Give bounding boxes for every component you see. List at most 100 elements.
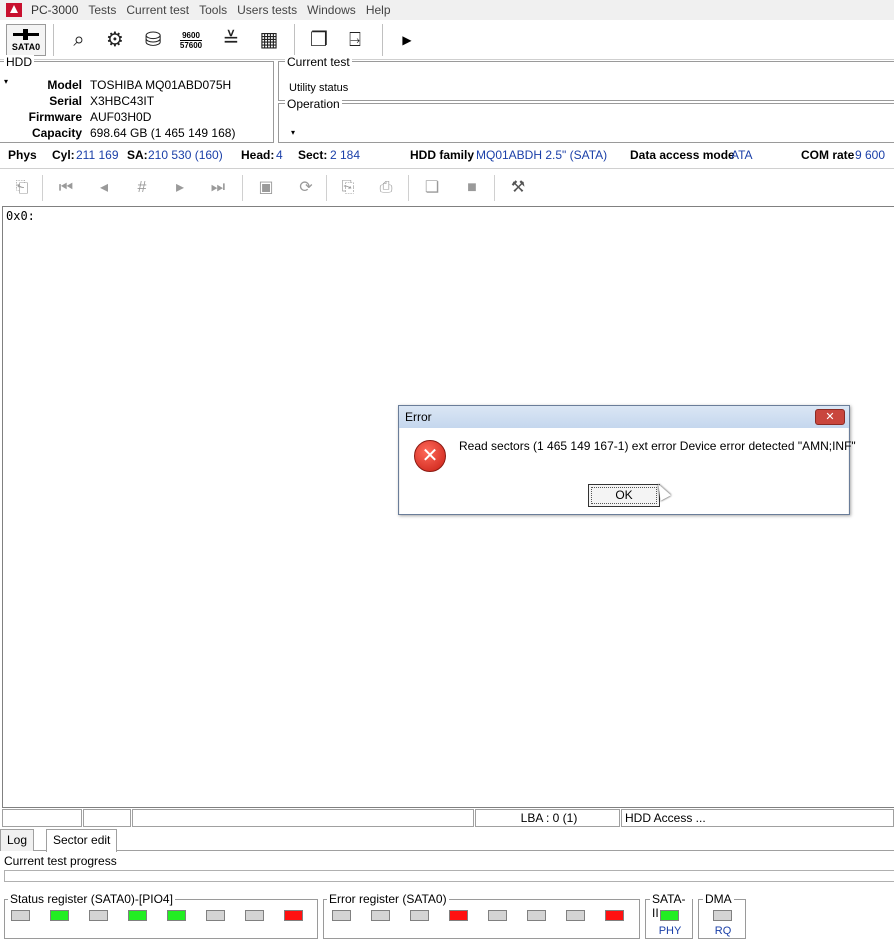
- capacity-value: 698.64 GB (1 465 149 168): [90, 126, 236, 140]
- status-led-err: [284, 910, 303, 921]
- first-sector-button[interactable]: ⏮: [54, 175, 78, 201]
- sa-label: SA:: [127, 148, 148, 162]
- current-test-value: Utility status: [289, 82, 349, 94]
- cyl-label: Cyl:: [52, 148, 75, 162]
- data-access-mode-value: ATA: [731, 148, 753, 162]
- operation-panel: Operation ▾: [278, 97, 894, 143]
- copy-icon: ❏: [424, 179, 440, 196]
- operation-dropdown-icon[interactable]: ▾: [291, 128, 295, 137]
- dialog-titlebar[interactable]: Error ✕: [399, 406, 849, 428]
- serial-label: Serial: [49, 94, 82, 108]
- hdd-model-row: Model TOSHIBA MQ01ABD075H: [0, 78, 274, 94]
- dialog-body: ✕ Read sectors (1 465 149 167-1) ext err…: [400, 428, 856, 514]
- app-name: PC-3000: [31, 3, 79, 17]
- dialog-close-button[interactable]: ✕: [815, 409, 845, 425]
- tools-icon: ⚒: [510, 179, 526, 196]
- toolbar-separator: [42, 175, 43, 201]
- next-sector-button[interactable]: ▸: [168, 175, 192, 201]
- head-label: Head:: [241, 148, 275, 162]
- tab-sector-edit[interactable]: Sector edit: [46, 829, 118, 852]
- operation-label: Operation: [285, 97, 342, 111]
- app-logo-icon: [6, 3, 22, 17]
- sector-close-button[interactable]: ⎗: [10, 175, 34, 201]
- page-close-icon: ⎗: [15, 179, 29, 196]
- hdd-family-value: MQ01ABDH 2.5" (SATA): [476, 148, 608, 162]
- head-value: 4: [276, 148, 283, 162]
- physical-position-row: Phys Cyl: 211 169 SA: 210 530 (160) Head…: [0, 145, 894, 165]
- drive-stack-button[interactable]: ≚: [216, 24, 246, 56]
- drive-gears-button[interactable]: ⚙: [100, 24, 130, 56]
- status-led-crr: [206, 910, 225, 921]
- menu-windows[interactable]: Windows: [302, 0, 361, 20]
- start-button[interactable]: ▶: [394, 24, 420, 56]
- goto-sector-button[interactable]: #: [130, 175, 154, 201]
- menu-help[interactable]: Help: [361, 0, 396, 20]
- baud-rate-icon-bottom: 57600: [179, 39, 203, 50]
- grid-icon: ▦: [259, 29, 279, 51]
- menu-tools[interactable]: Tools: [194, 0, 232, 20]
- error-led-inf: [449, 910, 468, 921]
- first-icon: ⏮: [58, 179, 74, 196]
- save-icon: ▣: [258, 179, 274, 196]
- play-icon: ▶: [402, 33, 412, 47]
- error-led-bbk: [332, 910, 351, 921]
- last-sector-button[interactable]: ⏭: [206, 175, 230, 201]
- status-led-drd: [50, 910, 69, 921]
- menu-tests[interactable]: Tests: [83, 0, 121, 20]
- dma-group: DMA RQ: [698, 892, 746, 939]
- status-led-idx: [245, 910, 264, 921]
- exit-button[interactable]: ⍈: [340, 24, 370, 56]
- paste-button[interactable]: ■: [460, 175, 484, 201]
- menu-current-test[interactable]: Current test: [121, 0, 194, 20]
- firmware-label: Firmware: [28, 110, 82, 124]
- drive-stack-icon: ≚: [222, 29, 240, 51]
- status-register-group: Status register (SATA0)-[PIO4]: [4, 892, 318, 939]
- hdd-info-panel: HDD ▾ Model TOSHIBA MQ01ABD075H Serial X…: [0, 55, 274, 143]
- baud-rate-button[interactable]: 9600 57600: [176, 24, 206, 56]
- main-toolbar: SATA0 ⌕ ⚙ ⛁ 9600 57600 ≚ ▦ ❐ ⍈ ▶: [0, 20, 894, 60]
- toolbar-separator: [294, 24, 295, 56]
- error-led-unc: [371, 910, 390, 921]
- toolbar-separator: [382, 24, 383, 56]
- status-cell-3: [132, 809, 474, 827]
- prev-sector-button[interactable]: ◂: [92, 175, 116, 201]
- refresh-sector-button[interactable]: ⟳: [294, 175, 318, 201]
- windows-icon: ❐: [310, 29, 328, 51]
- hdd-family-label: HDD family: [410, 148, 475, 162]
- tab-log[interactable]: Log: [0, 829, 35, 851]
- drive-gears-icon: ⚙: [106, 29, 124, 51]
- toolbar-separator: [494, 175, 495, 201]
- hdd-group-label: HDD: [4, 55, 34, 69]
- capacity-label: Capacity: [31, 126, 82, 140]
- error-led-unused-4: [488, 910, 507, 921]
- grid-button[interactable]: ▦: [254, 24, 284, 56]
- sata-port-icon: [13, 28, 39, 40]
- tools-button[interactable]: ⚒: [506, 175, 530, 201]
- paste-icon: ■: [467, 179, 477, 196]
- drive-head-button[interactable]: ⛁: [138, 24, 168, 56]
- prev-icon: ◂: [99, 179, 109, 196]
- save-file-button[interactable]: ⎙: [374, 175, 398, 201]
- hdd-capacity-row: Capacity 698.64 GB (1 465 149 168): [0, 126, 274, 142]
- hdd-access-indicator: HDD Access ...: [621, 809, 894, 827]
- menu-users-tests[interactable]: Users tests: [232, 0, 302, 20]
- com-rate-label: COM rate: [801, 148, 855, 162]
- sata-port-button[interactable]: SATA0: [6, 24, 46, 56]
- close-icon: ✕: [825, 411, 835, 423]
- cyl-value: 211 169: [76, 148, 119, 162]
- editor-statusbar: LBA : 0 (1) HDD Access ...: [0, 809, 894, 827]
- dma-led-rq: [713, 910, 732, 921]
- drive-search-button[interactable]: ⌕: [64, 24, 94, 56]
- data-access-mode-label: Data access mode: [630, 148, 735, 162]
- error-dialog: Error ✕ ✕ Read sectors (1 465 149 167-1)…: [398, 405, 856, 515]
- ok-button[interactable]: OK: [588, 484, 660, 507]
- error-led-amn: [605, 910, 624, 921]
- error-register-group: Error register (SATA0): [323, 892, 640, 939]
- copy-button[interactable]: ❏: [420, 175, 444, 201]
- error-led-unused-2: [410, 910, 429, 921]
- save-sector-button[interactable]: ▣: [254, 175, 278, 201]
- load-file-button[interactable]: ⎘: [336, 175, 360, 201]
- phys-label: Phys: [8, 148, 37, 162]
- windows-button[interactable]: ❐: [304, 24, 334, 56]
- dialog-message: Read sectors (1 465 149 167-1) ext error…: [459, 439, 856, 453]
